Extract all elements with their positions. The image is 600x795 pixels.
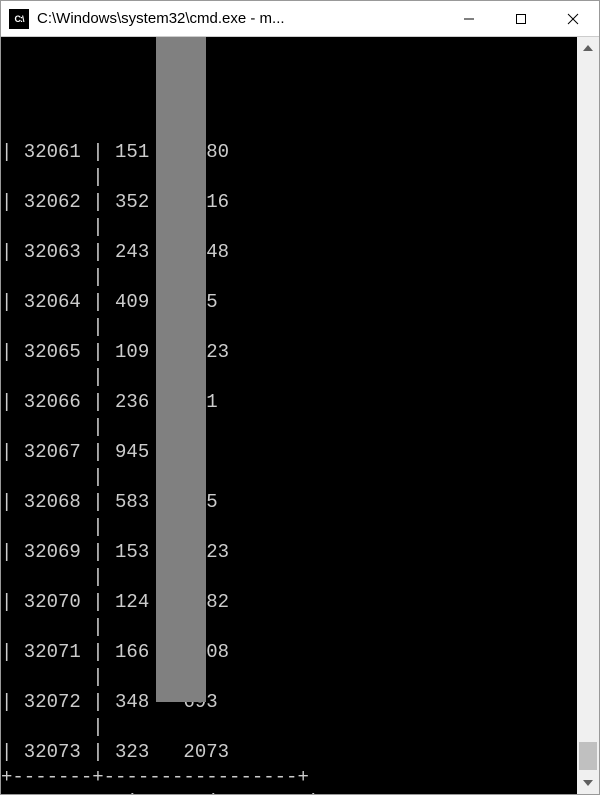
table-row: | 32067 | 945 59 xyxy=(1,440,577,465)
vertical-scrollbar[interactable] xyxy=(577,37,599,794)
window-buttons xyxy=(443,1,599,37)
table-row-sep: | xyxy=(1,415,577,440)
table-row: | 32068 | 583 995 xyxy=(1,490,577,515)
table-row-sep: | xyxy=(1,715,577,740)
table-row: | 32070 | 124 6382 xyxy=(1,590,577,615)
window-title: C:\Windows\system32\cmd.exe - m... xyxy=(37,10,443,27)
table-row-sep: | xyxy=(1,215,577,240)
table-row: | 32062 | 352 0016 xyxy=(1,190,577,215)
scroll-up-button[interactable] xyxy=(577,37,599,59)
table-row-sep: | xyxy=(1,465,577,490)
table-row: | 32069 | 153 0123 xyxy=(1,540,577,565)
cmd-icon: C:\ xyxy=(9,9,29,29)
table-row: | 32073 | 323 2073 xyxy=(1,740,577,765)
table-row: | 32071 | 166 9408 xyxy=(1,640,577,665)
table-row: | 32065 | 109 3523 xyxy=(1,340,577,365)
result-summary: 32073 rows in set (0.02 sec) xyxy=(1,790,577,794)
table-row: | 32066 | 236 041 xyxy=(1,390,577,415)
table-row: | 32063 | 243 1348 xyxy=(1,240,577,265)
maximize-button[interactable] xyxy=(495,1,547,37)
table-row-sep: | xyxy=(1,565,577,590)
table-row: | 32064 | 409 995 xyxy=(1,290,577,315)
table-row-sep: | xyxy=(1,315,577,340)
table-row-sep: | xyxy=(1,615,577,640)
table-footer-sep: +-------+-----------------+ xyxy=(1,765,577,790)
table-row: | 32072 | 348 693 xyxy=(1,690,577,715)
minimize-button[interactable] xyxy=(443,1,495,37)
table-row-sep: | xyxy=(1,265,577,290)
table-row-sep: | xyxy=(1,665,577,690)
redaction-block xyxy=(156,37,206,702)
table-row-sep: | xyxy=(1,365,577,390)
close-button[interactable] xyxy=(547,1,599,37)
window-titlebar: C:\ C:\Windows\system32\cmd.exe - m... xyxy=(1,1,599,37)
terminal-output[interactable]: | 32061 | 151 9080 || 32062 | 352 0016 |… xyxy=(1,37,577,794)
table-row-sep: | xyxy=(1,515,577,540)
terminal-area: | 32061 | 151 9080 || 32062 | 352 0016 |… xyxy=(1,37,599,794)
scroll-down-button[interactable] xyxy=(577,772,599,794)
table-row-sep: | xyxy=(1,165,577,190)
table-row: | 32061 | 151 9080 xyxy=(1,140,577,165)
scroll-thumb[interactable] xyxy=(579,742,597,770)
